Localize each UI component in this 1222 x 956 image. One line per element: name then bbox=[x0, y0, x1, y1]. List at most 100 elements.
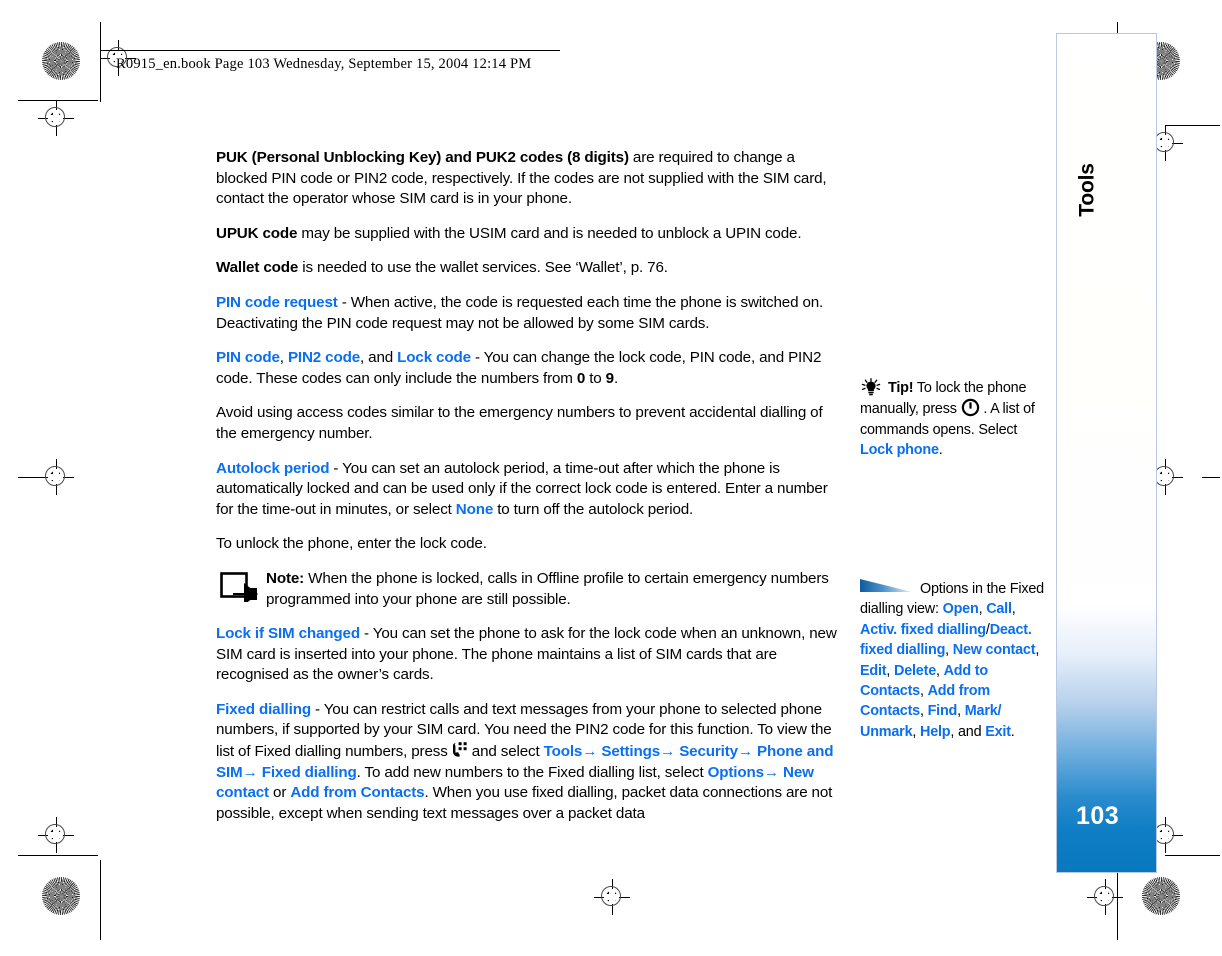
link-pin-code[interactable]: PIN code bbox=[216, 349, 280, 366]
fixed-dialling-text-3: . To add new numbers to the Fixed dialli… bbox=[356, 763, 708, 781]
paragraph-wallet: Wallet code is needed to use the wallet … bbox=[216, 258, 838, 279]
crop-line-left-vertical bbox=[100, 22, 101, 102]
menu-path-fixed-dialling[interactable]: Fixed dialling bbox=[262, 764, 357, 781]
menu-path-options[interactable]: Options bbox=[708, 764, 764, 781]
paragraph-pin-code-request: PIN code request - When active, the code… bbox=[216, 293, 838, 334]
sep-to: to bbox=[585, 369, 606, 387]
starburst-mark-bottom-right bbox=[1142, 877, 1180, 915]
registration-mark-bottom-center bbox=[594, 879, 630, 915]
main-text-column: PUK (Personal Unblocking Key) and PUK2 c… bbox=[216, 148, 838, 838]
paragraph-fixed-dialling: Fixed dialling - You can restrict calls … bbox=[216, 700, 838, 825]
upuk-lead-bold: UPUK code bbox=[216, 224, 298, 242]
starburst-mark-top-left bbox=[42, 42, 80, 80]
option-item-exit[interactable]: Exit bbox=[985, 724, 1011, 740]
paragraph-pin-pin2-lock: PIN code, PIN2 code, and Lock code - You… bbox=[216, 348, 838, 389]
option-sep-10: , bbox=[912, 723, 920, 740]
option-sep-5: , bbox=[886, 662, 894, 679]
option-item-call[interactable]: Call bbox=[986, 601, 1012, 617]
note-text: Note: When the phone is locked, calls in… bbox=[266, 569, 838, 610]
paragraph-autolock-period: Autolock period - You can set an autoloc… bbox=[216, 459, 838, 521]
puk-lead-bold: PUK (Personal Unblocking Key) and PUK2 c… bbox=[216, 149, 629, 166]
menu-path-security[interactable]: Security bbox=[679, 743, 738, 760]
link-lock-if-sim-changed[interactable]: Lock if SIM changed bbox=[216, 625, 360, 642]
option-sep-4: , bbox=[1035, 642, 1040, 659]
menu-path-add-from-contacts[interactable]: Add from Contacts bbox=[290, 784, 424, 801]
link-pin2-code[interactable]: PIN2 code bbox=[288, 349, 360, 366]
paragraph-puk: PUK (Personal Unblocking Key) and PUK2 c… bbox=[216, 148, 838, 210]
autolock-body-2: to turn off the autolock period. bbox=[493, 500, 694, 518]
option-sep-1: , bbox=[1011, 601, 1016, 618]
menu-arrow-3: → bbox=[737, 743, 753, 761]
option-item-delete[interactable]: Delete bbox=[894, 663, 936, 679]
header-rule bbox=[100, 50, 560, 51]
registration-mark-left-lower bbox=[38, 817, 74, 853]
crop-line-middle-right-horizontal bbox=[1202, 477, 1220, 478]
sep-2: , and bbox=[360, 349, 398, 367]
registration-mark-bottom-right-inner bbox=[1087, 879, 1123, 915]
side-tab-label: Tools bbox=[1076, 163, 1100, 217]
paragraph-upuk: UPUK code may be supplied with the USIM … bbox=[216, 224, 838, 245]
link-lock-code[interactable]: Lock code bbox=[397, 349, 471, 366]
header-filename-line: R0915_en.book Page 103 Wednesday, Septem… bbox=[116, 56, 532, 72]
link-fixed-dialling[interactable]: Fixed dialling bbox=[216, 701, 311, 718]
menu-arrow-5: → bbox=[763, 763, 779, 781]
option-item-open[interactable]: Open bbox=[943, 601, 979, 617]
option-sep-8: , bbox=[919, 703, 928, 720]
link-autolock-period[interactable]: Autolock period bbox=[216, 460, 330, 477]
wallet-lead-bold: Wallet code bbox=[216, 259, 299, 277]
power-key-icon bbox=[961, 398, 980, 417]
tip-label: Tip! bbox=[888, 380, 914, 396]
paragraph-avoid-access-codes: Avoid using access codes similar to the … bbox=[216, 404, 823, 442]
upuk-body: may be supplied with the USIM card and i… bbox=[297, 224, 802, 242]
starburst-mark-bottom-left bbox=[42, 877, 80, 915]
option-item-help[interactable]: Help bbox=[920, 724, 951, 740]
link-pin-code-request[interactable]: PIN code request bbox=[216, 294, 338, 311]
option-sep-11: , and bbox=[950, 723, 986, 740]
menu-arrow-1: → bbox=[582, 743, 598, 761]
menu-arrow-2: → bbox=[660, 743, 676, 761]
option-item-edit[interactable]: Edit bbox=[860, 663, 887, 679]
fixed-dialling-text-4: or bbox=[268, 784, 291, 802]
option-item-new-contact[interactable]: New contact bbox=[953, 642, 1036, 658]
tip-text-3: . bbox=[938, 442, 943, 459]
note-body: When the phone is locked, calls in Offli… bbox=[266, 569, 829, 608]
option-item-find[interactable]: Find bbox=[928, 703, 958, 719]
paragraph-lock-if-sim-changed: Lock if SIM changed - You can set the ph… bbox=[216, 624, 838, 686]
menu-path-settings[interactable]: Settings bbox=[601, 743, 660, 760]
crop-line-bottom-left-vertical bbox=[100, 860, 101, 940]
option-sep-3: , bbox=[945, 642, 953, 659]
page-number: 103 bbox=[1076, 802, 1120, 830]
note-label: Note: bbox=[266, 569, 305, 587]
link-none[interactable]: None bbox=[456, 501, 494, 518]
crop-line-middle-left-horizontal bbox=[18, 477, 38, 478]
option-item-activ-fixed-dialling[interactable]: Activ. fixed dialling bbox=[860, 622, 986, 638]
option-sep-12: . bbox=[1010, 723, 1015, 740]
lightbulb-icon bbox=[860, 378, 882, 396]
sep-period: . bbox=[613, 369, 619, 387]
margin-options-callout: Options in the Fixed dialling view: Open… bbox=[860, 578, 1050, 742]
crop-line-bottom-left-horizontal bbox=[18, 855, 98, 856]
wallet-body: is needed to use the wallet services. Se… bbox=[298, 259, 668, 277]
crop-line-right-horizontal bbox=[1165, 125, 1220, 126]
options-triangle-icon bbox=[860, 578, 912, 592]
option-sep-9: , bbox=[957, 703, 965, 720]
side-tab-tools: Tools bbox=[1068, 145, 1108, 235]
menu-key-icon bbox=[452, 741, 468, 759]
margin-tip-callout: Tip! To lock the phone manually, press .… bbox=[860, 378, 1050, 461]
link-lock-phone[interactable]: Lock phone bbox=[860, 442, 939, 458]
paragraph-unlock-phone: To unlock the phone, enter the lock code… bbox=[216, 535, 487, 553]
menu-arrow-4: → bbox=[242, 763, 258, 781]
digit-zero: 0 bbox=[576, 369, 586, 387]
menu-path-tools[interactable]: Tools bbox=[544, 743, 583, 760]
option-sep-7: , bbox=[919, 683, 928, 700]
note-callout: Note: When the phone is locked, calls in… bbox=[216, 569, 838, 610]
registration-mark-left-middle bbox=[38, 459, 74, 495]
sep-1: , bbox=[279, 349, 288, 367]
option-sep-6: , bbox=[936, 662, 944, 679]
crop-line-left-horizontal bbox=[18, 100, 98, 101]
digit-nine: 9 bbox=[605, 369, 614, 387]
crop-line-bottom-right-horizontal bbox=[1165, 855, 1220, 856]
registration-mark-left-upper bbox=[38, 100, 74, 136]
fixed-dialling-text-2: and select bbox=[467, 743, 544, 761]
note-arrow-icon bbox=[220, 572, 260, 605]
